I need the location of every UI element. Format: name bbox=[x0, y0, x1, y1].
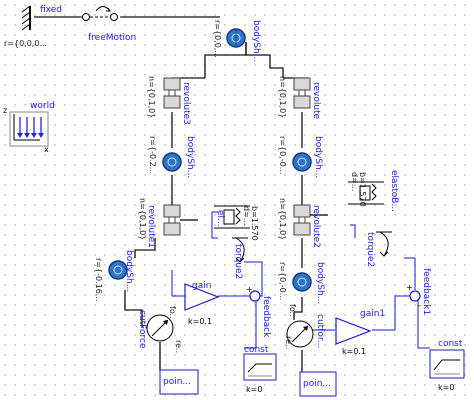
point-right-label: poin... bbox=[303, 379, 331, 389]
world-axis-z: z bbox=[3, 106, 7, 115]
point-right[interactable]: poin... bbox=[299, 371, 337, 397]
cutforce-right-port1: fo.. bbox=[288, 304, 297, 317]
cutforce-right[interactable]: cutfor... fo.. re.. bbox=[284, 304, 325, 349]
feedback-plus: + bbox=[246, 285, 253, 294]
wire-body-left-branch bbox=[204, 42, 247, 78]
cutforce-right-port2: re.. bbox=[284, 336, 293, 349]
revolute3-param: n={0,1,0} bbox=[147, 76, 156, 118]
bodyshape-top-label: bodySh... bbox=[251, 20, 261, 62]
gain-block[interactable]: gain k=0.1 bbox=[184, 281, 220, 326]
bodyshape-left-low-label: bodySh... bbox=[124, 250, 134, 292]
elasto-left-d: d=... bbox=[242, 206, 251, 225]
cutforce-left-port1: fo.. bbox=[168, 306, 177, 319]
torque2-right[interactable]: torque2 bbox=[365, 231, 392, 267]
bodyshape-top[interactable]: bodySh... r={0,0,... bbox=[213, 20, 261, 62]
revolute1-param: n={0,1,0} bbox=[138, 198, 147, 240]
feedback-block[interactable]: feedback + bbox=[246, 285, 271, 338]
gain-label: gain bbox=[192, 281, 211, 291]
feedback-label: feedback bbox=[261, 296, 271, 338]
fixed-block[interactable]: fixed r={0,0,0... bbox=[4, 5, 62, 48]
bodyshape-left-low[interactable]: bodySh... r={-0.16... bbox=[94, 250, 134, 301]
point-left-label: poin... bbox=[163, 377, 191, 387]
revolute1-joint[interactable]: revolute1 n={0,1,0} bbox=[138, 198, 198, 248]
feedback1-minus: - bbox=[418, 301, 421, 310]
revolute-right-joint[interactable]: revolute n={0,1,0} bbox=[278, 76, 321, 120]
diagram-canvas: fixed r={0,0,0... freeMotion world z x b… bbox=[0, 0, 474, 400]
bodyshape-left-mid-label: bodySh... bbox=[185, 136, 195, 178]
const-right-param: k=0 bbox=[438, 383, 454, 392]
fixed-label: fixed bbox=[40, 5, 62, 15]
signal-const-feedback bbox=[244, 300, 257, 349]
bodyshape-top-param: r={0,0,... bbox=[213, 20, 222, 58]
freemotion-block[interactable]: freeMotion bbox=[80, 6, 136, 44]
signal-elasto-right bbox=[350, 224, 356, 238]
cutforce-right-label: cutfor... bbox=[315, 314, 325, 348]
gain1-param: k=0.1 bbox=[342, 347, 366, 356]
const-right[interactable]: const k=0 bbox=[429, 339, 465, 392]
torque2-right-label: torque2 bbox=[365, 232, 375, 267]
fixed-param: r={0,0,0... bbox=[4, 39, 47, 48]
point-left[interactable]: poin... bbox=[159, 369, 199, 395]
revolute-right-param: n={0,1,0} bbox=[278, 76, 287, 118]
bodyshape-right-mid-param: r={0,-0... bbox=[278, 136, 287, 174]
freemotion-label: freeMotion bbox=[88, 33, 136, 43]
bodyshape-right-mid[interactable]: bodySh... r={0,-0... bbox=[278, 136, 323, 178]
bodyshape-right-low-label: bodySh... bbox=[315, 262, 325, 304]
world-axis-x: x bbox=[44, 145, 49, 154]
bodyshape-right-low-param: r={0,-0... bbox=[278, 262, 287, 300]
const-left[interactable]: const k=0 bbox=[243, 345, 277, 394]
feedback1-block[interactable]: feedback1 + - bbox=[406, 268, 431, 315]
revolute2-param: n={0,1,0} bbox=[278, 198, 287, 240]
cutforce-left-port2: re.. bbox=[174, 340, 183, 353]
const-left-param: k=0 bbox=[246, 385, 262, 394]
torque2-left-label: torque2 bbox=[233, 244, 243, 279]
bodyshape-left-mid-param: r={-0.2... bbox=[148, 136, 157, 174]
gain1-block[interactable]: gain1 k=0.1 bbox=[335, 309, 385, 356]
signal-cutforce-gain bbox=[171, 270, 185, 297]
revolute2-label: revolute2 bbox=[311, 205, 321, 248]
gain1-label: gain1 bbox=[360, 309, 385, 319]
feedback1-plus: + bbox=[406, 283, 413, 292]
revolute-right-label: revolute bbox=[311, 82, 321, 120]
revolute3-joint[interactable]: revolute3 n={0,1,0} bbox=[147, 76, 191, 125]
world-label: world bbox=[30, 101, 55, 111]
bodyshape-left-low-param: r={-0.16... bbox=[94, 258, 103, 301]
cutforce-left-label: cutForce bbox=[137, 310, 147, 349]
elasto-right-label: elastoB... bbox=[389, 170, 399, 212]
world-block[interactable]: world z x bbox=[3, 101, 55, 154]
elasto-right[interactable]: elastoB... b=1.570 d=... bbox=[348, 170, 399, 212]
torque2-left[interactable]: torque2 bbox=[232, 237, 248, 279]
elasto-left[interactable]: el... b=1.570 d=... bbox=[214, 205, 259, 241]
gain-param: k=0.1 bbox=[188, 317, 212, 326]
elasto-right-d: d=... bbox=[350, 172, 359, 191]
revolute2-joint[interactable]: revolute2 n={0,1,0} bbox=[278, 198, 328, 248]
feedback1-label: feedback1 bbox=[421, 268, 431, 315]
bodyshape-right-mid-label: bodySh... bbox=[313, 136, 323, 178]
revolute3-label: revolute3 bbox=[181, 82, 191, 125]
elasto-left-label: el... bbox=[215, 210, 225, 227]
const-left-label: const bbox=[244, 345, 269, 355]
const-right-label: const bbox=[438, 339, 463, 349]
